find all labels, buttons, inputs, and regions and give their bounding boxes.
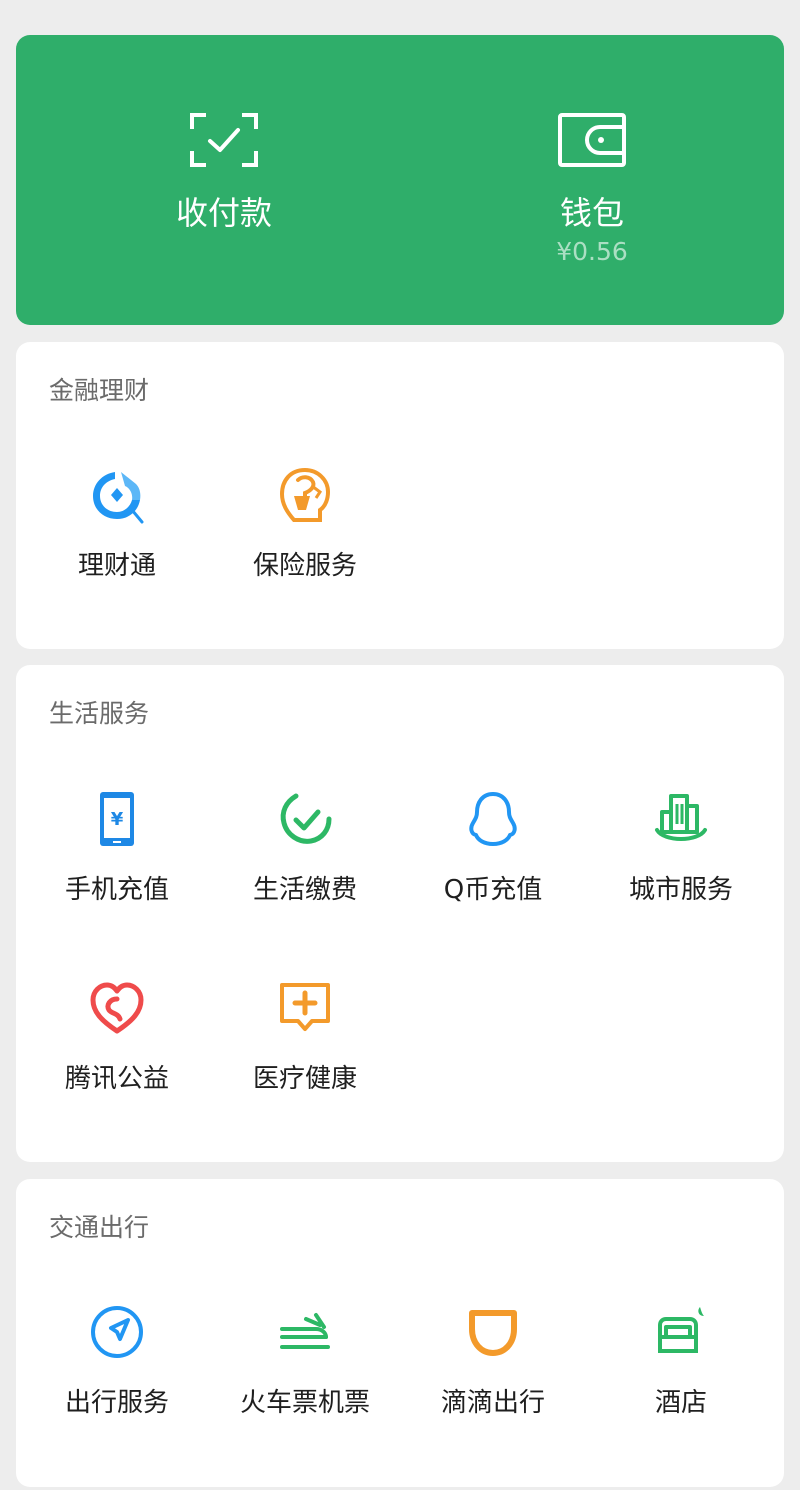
phone-recharge-icon: ¥ bbox=[100, 792, 134, 846]
service-didi[interactable]: 滴滴出行 bbox=[399, 1303, 587, 1453]
service-label: 火车票机票 bbox=[239, 1388, 370, 1418]
medical-health-icon bbox=[280, 983, 330, 1031]
utility-bill-icon bbox=[280, 793, 332, 844]
wallet-icon bbox=[558, 113, 626, 167]
payment-banner: 收付款 钱包 ¥0.56 bbox=[16, 35, 784, 325]
qq-coin-icon bbox=[469, 792, 517, 846]
finance-section: 金融理财 理财通 保险服务 bbox=[16, 342, 784, 649]
service-qq-coin[interactable]: Q币充值 bbox=[399, 790, 587, 940]
didi-icon bbox=[469, 1310, 517, 1356]
section-title: 生活服务 bbox=[49, 699, 150, 728]
pay-receive-label: 收付款 bbox=[175, 194, 272, 232]
section-title: 交通出行 bbox=[49, 1213, 150, 1242]
service-charity[interactable]: 腾讯公益 bbox=[23, 979, 211, 1129]
service-licaitong[interactable]: 理财通 bbox=[23, 466, 211, 616]
svg-text:¥: ¥ bbox=[111, 809, 124, 830]
wallet-label: 钱包 bbox=[559, 194, 624, 232]
service-train-plane[interactable]: 火车票机票 bbox=[211, 1303, 399, 1453]
service-city[interactable]: 城市服务 bbox=[587, 790, 775, 940]
wallet-balance: ¥0.56 bbox=[556, 237, 628, 266]
service-hotel[interactable]: 酒店 bbox=[587, 1303, 775, 1453]
service-insurance[interactable]: 保险服务 bbox=[211, 466, 399, 616]
licaitong-icon bbox=[93, 472, 144, 524]
train-plane-icon bbox=[280, 1313, 330, 1349]
city-service-icon bbox=[655, 794, 707, 841]
service-label: 出行服务 bbox=[64, 1388, 169, 1418]
transport-section: 交通出行 出行服务 火车票机票 滴滴出行 酒店 bbox=[16, 1179, 784, 1487]
service-utility-bill[interactable]: 生活缴费 bbox=[211, 790, 399, 940]
service-label: 医疗健康 bbox=[252, 1064, 357, 1094]
service-label: 腾讯公益 bbox=[64, 1064, 169, 1094]
service-label: 酒店 bbox=[654, 1388, 707, 1418]
service-travel[interactable]: 出行服务 bbox=[23, 1303, 211, 1453]
service-medical[interactable]: 医疗健康 bbox=[211, 979, 399, 1129]
service-label: 手机充值 bbox=[64, 875, 169, 905]
hotel-bed-icon bbox=[658, 1307, 704, 1353]
service-label: 滴滴出行 bbox=[440, 1388, 545, 1418]
service-label: 城市服务 bbox=[628, 875, 733, 905]
wallet-button[interactable]: 钱包 ¥0.56 bbox=[400, 35, 784, 325]
service-label: 理财通 bbox=[77, 551, 156, 581]
pay-receive-button[interactable]: 收付款 bbox=[32, 35, 416, 325]
scan-check-icon bbox=[190, 113, 258, 167]
service-phone-recharge[interactable]: ¥ 手机充值 bbox=[23, 790, 211, 940]
life-services-section: 生活服务 ¥ 手机充值 生活缴费 Q币充值 城市服务 腾讯公益 医疗健康 bbox=[16, 665, 784, 1162]
charity-heart-icon bbox=[90, 982, 144, 1034]
insurance-icon bbox=[279, 467, 331, 522]
section-title: 金融理财 bbox=[49, 376, 150, 405]
service-label: 生活缴费 bbox=[252, 875, 357, 905]
service-label: Q币充值 bbox=[443, 875, 543, 905]
service-label: 保险服务 bbox=[252, 551, 357, 581]
navigation-icon bbox=[91, 1306, 143, 1358]
